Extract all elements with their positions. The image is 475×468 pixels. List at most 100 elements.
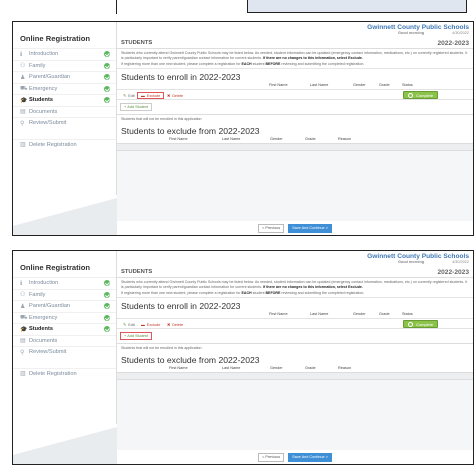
col-last-name: Last Name [222,366,241,371]
table-row: ✎ Edit ▬ Exclude ✖ Delete Complete [117,318,473,330]
sidebar-item-documents[interactable]: ▤ Documents [13,105,116,118]
delete-registration-label: Delete Registration [29,141,77,148]
check-icon [104,62,110,69]
check-icon [104,51,110,58]
delete-button[interactable]: ✖ Delete [164,92,187,100]
delete-registration-link[interactable]: ▥ Delete Registration [13,367,116,380]
sidebar-item-label: Documents [29,337,58,344]
col-first-name: First Name [169,366,188,371]
greeting-line: Good morning 4/30/2022 [367,260,469,264]
enroll-table-header: First Name Last Name Gender Grade Status [117,82,473,90]
screenshot-panel-exclude-highlighted: Online Registration ℹ Introduction ⚇ Family… [12,21,474,236]
enroll-table-header: First Name Last Name Gender Grade Status [117,311,473,319]
date: 4/30/2022 [452,31,469,35]
students-content: STUDENTS 2022-2023 Students who currentl… [117,267,473,464]
add-student-row: + Add Student [117,329,473,344]
add-student-row: + Add Student [117,100,473,115]
sidebar-item-label: Parent/Guardian [29,74,71,81]
school-year: 2022-2023 [437,39,469,47]
sidebar-item-label: Students [29,326,53,333]
check-icon [104,85,110,92]
col-status: Status [402,83,413,88]
search-icon: ⚲ [20,120,25,127]
multi-student-note: If registering more than one new student… [117,60,473,70]
col-gender: Gender [270,366,283,371]
minus-icon: ▬ [141,322,145,327]
sidebar-item-label: Documents [29,108,58,115]
exclude-note: Students that will not be enrolled in th… [117,114,473,124]
check-circle-icon [408,321,413,327]
col-gender: Gender [353,83,366,88]
footer-nav: < Previous Save And Continue > [117,221,473,235]
save-continue-button[interactable]: Save And Continue > [288,223,332,233]
sidebar-item-review-submit[interactable]: ⚲ Review/Submit [13,117,116,129]
decorative-panel [247,0,467,13]
sidebar-item-label: Introduction [29,280,59,287]
check-icon [104,97,110,104]
sidebar-item-review-submit[interactable]: ⚲ Review/Submit [13,346,116,358]
add-student-button[interactable]: + Add Student [120,332,153,341]
sidebar-nav: ℹ Introduction ⚇ Family ♟ Parent/Guardian ⛟ Eme… [13,277,116,358]
check-icon [104,280,110,287]
exclude-button[interactable]: ▬ Exclude [137,321,165,329]
status-badge[interactable]: Complete [403,91,439,100]
divider-line [116,0,117,14]
delete-registration-link[interactable]: ▥ Delete Registration [13,138,116,151]
minus-icon: ▬ [141,93,145,98]
check-icon [104,303,110,310]
school-year: 2022-2023 [437,268,469,276]
sidebar-item-introduction[interactable]: ℹ Introduction [13,277,116,289]
sidebar-item-introduction[interactable]: ℹ Introduction [13,48,116,60]
sidebar-item-students[interactable]: 🎓 Students [13,323,116,335]
col-first-name: First Name [269,312,288,317]
district-name: Gwinnett County Public Schools [367,253,469,260]
delete-icon: ▥ [20,371,26,378]
graduation-cap-icon: 🎓 [20,326,28,333]
exclude-button[interactable]: ▬ Exclude [137,92,165,100]
col-gender: Gender [353,312,366,317]
sidebar-item-family[interactable]: ⚇ Family [13,59,116,72]
car-icon: ⛟ [20,85,28,92]
sidebar: Online Registration ℹ Introduction ⚇ Family… [13,22,117,235]
sidebar-item-label: Emergency [29,314,58,321]
sidebar-item-documents[interactable]: ▤ Documents [13,334,116,347]
person-icon: ♟ [20,303,26,310]
greeting: Good morning [397,31,425,35]
previous-button[interactable]: < Previous [258,452,285,462]
sidebar-item-students[interactable]: 🎓 Students [13,94,116,106]
sidebar-item-emergency[interactable]: ⛟ Emergency [13,82,116,95]
edit-button[interactable]: ✎ Edit [120,321,138,329]
delete-button[interactable]: ✖ Delete [164,321,187,329]
previous-button[interactable]: < Previous [258,223,285,233]
sidebar-decoration [13,195,117,235]
save-continue-button[interactable]: Save And Continue > [288,452,332,462]
exclude-table-header: First Name Last Name Gender Grade Reason [117,365,473,373]
sidebar-item-parent-guardian[interactable]: ♟ Parent/Guardian [13,71,116,83]
section-header: STUDENTS 2022-2023 [117,38,473,49]
col-first-name: First Name [169,137,188,142]
col-status: Status [402,312,413,317]
col-reason: Reason [338,137,352,142]
sidebar: Online Registration ℹ Introduction ⚇ Family… [13,251,117,464]
instructions: Students who currently attend Gwinnett C… [117,49,473,61]
delete-registration-label: Delete Registration [29,370,77,377]
top-decoration [0,0,475,18]
add-student-button[interactable]: + Add Student [120,103,153,112]
sidebar-item-parent-guardian[interactable]: ♟ Parent/Guardian [13,300,116,312]
exclude-table-header: First Name Last Name Gender Grade Reason [117,136,473,144]
sidebar-item-label: Parent/Guardian [29,303,71,310]
sidebar-title: Online Registration [20,34,91,43]
edit-button[interactable]: ✎ Edit [120,92,138,100]
date: 4/30/2022 [452,260,469,264]
delete-icon: ▥ [20,142,26,149]
footer-nav: < Previous Save And Continue > [117,450,473,464]
close-icon: ✖ [167,94,171,99]
status-badge[interactable]: Complete [403,320,439,329]
sidebar-item-family[interactable]: ⚇ Family [13,288,116,301]
document-icon: ▤ [20,338,26,345]
col-grade: Grade [379,83,390,88]
brand-header: Gwinnett County Public Schools Good morn… [367,24,469,35]
students-content: STUDENTS 2022-2023 Students who currentl… [117,38,473,235]
sidebar-item-emergency[interactable]: ⛟ Emergency [13,311,116,324]
car-icon: ⛟ [20,314,28,321]
